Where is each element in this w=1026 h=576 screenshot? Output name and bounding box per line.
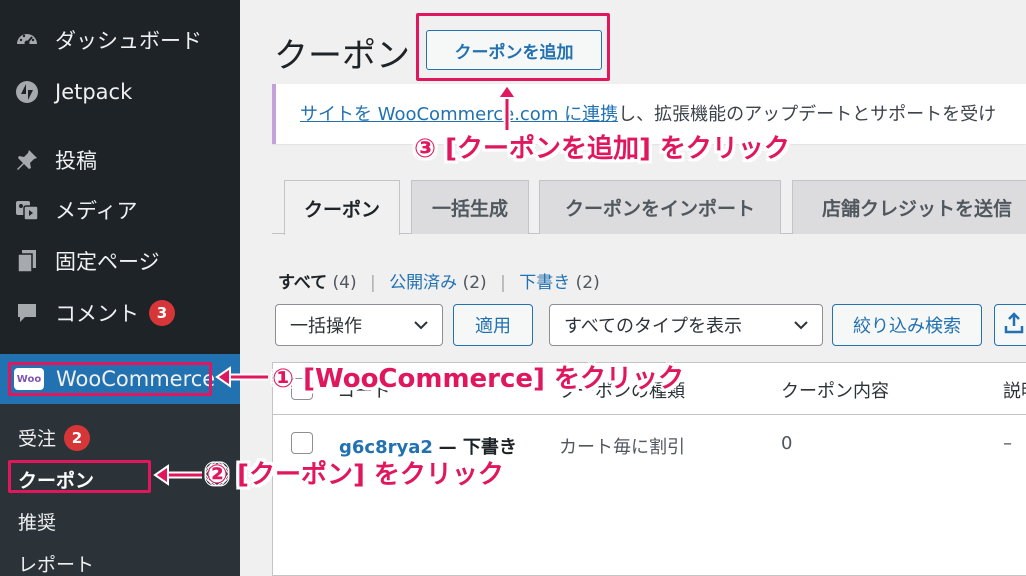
pin-icon: [13, 146, 41, 174]
submenu-label: クーポン: [18, 470, 95, 492]
woocommerce-submenu: 受注 2 クーポン 推奨 レポート: [0, 404, 240, 576]
submenu-item-reports[interactable]: レポート: [18, 550, 94, 576]
woocommerce-logo-icon: Woo: [14, 368, 44, 390]
tab-send-store-credit[interactable]: 店舗クレジットを送信: [792, 180, 1026, 234]
menu-item-jetpack[interactable]: Jetpack: [0, 68, 240, 116]
filter-all-count: (4): [332, 273, 357, 293]
filter-button[interactable]: 絞り込み検索: [832, 304, 982, 346]
submenu-label: レポート: [18, 554, 95, 576]
dashboard-icon: [13, 26, 41, 54]
notice-text-line: サイトを WooCommerce.com に連携し、拡張機能のアップデートとサポ…: [300, 100, 996, 126]
filter-draft[interactable]: 下書き: [519, 273, 570, 293]
tab-bar: クーポン 一括生成 クーポンをインポート 店舗クレジットを送信: [272, 180, 1026, 235]
export-button[interactable]: [994, 304, 1026, 346]
notice-text: し、拡張機能のアップデートとサポートを受け: [618, 104, 997, 125]
submenu-item-marketplace[interactable]: 推奨: [18, 508, 56, 535]
admin-sidebar: ダッシュボード Jetpack 投稿 メディア 固定ページ コメント 3 Woo…: [0, 0, 240, 576]
menu-item-comments[interactable]: コメント 3: [0, 289, 240, 337]
connect-link[interactable]: サイトを WooCommerce.com に連携: [300, 104, 618, 125]
menu-label: コメント: [55, 302, 139, 326]
row-type-cell: カート毎に割引: [559, 437, 685, 458]
menu-label: メディア: [55, 199, 138, 223]
menu-item-pages[interactable]: 固定ページ: [0, 237, 240, 285]
arrow-left-icon: [215, 366, 268, 388]
filter-all[interactable]: すべて: [278, 273, 327, 293]
arrow-left-icon: [153, 464, 202, 486]
separator: |: [500, 273, 506, 293]
chevron-down-icon: [792, 316, 810, 339]
separator: |: [370, 273, 376, 293]
comment-icon: [13, 299, 41, 327]
menu-label: WooCommerce: [56, 367, 216, 391]
arrow-up-icon: [496, 83, 518, 130]
row-checkbox[interactable]: [291, 432, 313, 454]
jetpack-icon: [13, 78, 41, 106]
coupon-type-select[interactable]: すべてのタイプを表示: [549, 304, 823, 346]
add-coupon-button[interactable]: クーポンを追加: [426, 30, 602, 70]
column-coupon-amount: クーポン内容: [781, 381, 889, 402]
filter-published[interactable]: 公開済み: [389, 273, 457, 293]
page-icon: [13, 247, 41, 275]
menu-label: 投稿: [55, 149, 97, 173]
filter-published-count: (2): [462, 273, 487, 293]
apply-button[interactable]: 適用: [453, 304, 533, 346]
tab-import-coupons[interactable]: クーポンをインポート: [539, 180, 781, 234]
filter-draft-count: (2): [575, 273, 600, 293]
annotation-step-2: ② [クーポン] をクリック: [206, 460, 504, 490]
media-icon: [13, 196, 41, 224]
bulk-action-select[interactable]: 一括操作: [275, 304, 443, 346]
menu-label: ダッシュボード: [55, 29, 202, 53]
submenu-label: 受注: [18, 428, 57, 450]
annotation-step-1: ① [WooCommerce] をクリック: [272, 364, 684, 394]
orders-count-badge: 2: [64, 424, 91, 451]
chevron-down-icon: [412, 316, 430, 339]
upload-icon: [1004, 311, 1024, 339]
submenu-label: 推奨: [18, 512, 57, 534]
annotation-step-3: ③ [クーポンを追加] をクリック: [414, 134, 790, 164]
submenu-item-coupons[interactable]: クーポン: [18, 466, 94, 493]
bulk-action-value: 一括操作: [290, 316, 362, 337]
submenu-item-orders[interactable]: 受注 2: [18, 424, 91, 451]
status-filter-links: すべて (4) | 公開済み (2) | 下書き (2): [278, 268, 600, 293]
column-description: 説明: [1003, 381, 1026, 402]
page-title: クーポン: [274, 36, 410, 76]
menu-item-posts[interactable]: 投稿: [0, 136, 240, 184]
comment-count-badge: 3: [149, 300, 175, 326]
menu-label: 固定ページ: [55, 250, 160, 274]
menu-item-dashboard[interactable]: ダッシュボード: [0, 16, 240, 64]
menu-item-woocommerce[interactable]: Woo WooCommerce: [0, 354, 240, 404]
menu-label: Jetpack: [55, 80, 133, 104]
coupon-type-value: すべてのタイプを表示: [564, 316, 743, 337]
tab-bulk-generate[interactable]: 一括生成: [411, 180, 529, 234]
row-description-cell: –: [1003, 433, 1012, 454]
row-amount-cell: 0: [781, 433, 793, 454]
menu-item-media[interactable]: メディア: [0, 186, 240, 234]
tab-coupons[interactable]: クーポン: [284, 180, 400, 235]
